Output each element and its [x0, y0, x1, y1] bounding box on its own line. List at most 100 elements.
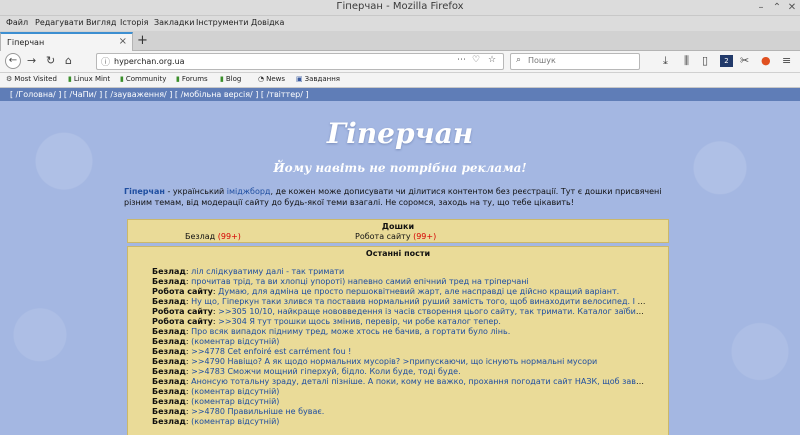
page-actions-icon[interactable]: ⋯ [457, 55, 466, 65]
library-icon[interactable]: ⫼ [684, 54, 689, 68]
post-text: ліл слідкуватиму далі - так тримати [191, 267, 345, 276]
intro-imageboard-link[interactable]: іміджборд [227, 187, 271, 196]
post-row[interactable]: Безлад: (коментар відсутній) [152, 387, 646, 397]
minimize-icon[interactable]: – [755, 2, 767, 14]
tab-bar: Гіперчан × + [0, 31, 800, 51]
forward-icon[interactable]: → [27, 54, 36, 67]
url-text: hyperchan.org.ua [114, 57, 185, 66]
post-text: (коментар відсутній) [191, 387, 280, 396]
search-bar[interactable]: ⌕ [510, 53, 640, 70]
post-text: (коментар відсутній) [191, 397, 280, 406]
bookmark-linux-mint[interactable]: ▮ Linux Mint [68, 75, 110, 83]
folder-icon: ▮ [68, 75, 72, 83]
bookmark-forums[interactable]: ▮ Forums [176, 75, 208, 83]
bookmark-most-visited[interactable]: ⚙ Most Visited [6, 75, 57, 83]
folder-icon: ▮ [220, 75, 224, 83]
menu-view[interactable]: Вигляд [86, 18, 116, 27]
post-board: Робота сайту [152, 317, 213, 326]
post-text: Думаю, для адміна це просто першоквітнев… [218, 287, 620, 296]
site-nav-links[interactable]: [ /Головна/ ] [ /ЧаПи/ ] [ /зауваження/ … [0, 88, 800, 101]
search-input[interactable] [528, 56, 628, 65]
downloads-icon[interactable]: ⤓ [663, 54, 668, 68]
browser-window: Гіперчан - Mozilla Firefox – ⌃ ✕ Файл Ре… [0, 0, 800, 435]
post-text: >>304 Я тут трошки щось змінив, перевір,… [218, 317, 501, 326]
post-board: Робота сайту [152, 287, 213, 296]
post-text: прочитав трід, та ви хлопці упороті) нап… [191, 277, 529, 286]
post-text: >>305 10/10, найкраще нововведення із ча… [218, 307, 646, 316]
url-bar[interactable]: ⓘ hyperchan.org.ua ⋯ ♡ ☆ [96, 53, 504, 70]
boards-heading: Дошки [381, 222, 415, 231]
site-info-icon[interactable]: ⓘ [101, 55, 110, 68]
latest-posts-panel: Останні пости Безлад: ліл слідкуватиму д… [127, 246, 669, 435]
pocket-icon[interactable]: ♡ [472, 55, 480, 65]
home-icon[interactable]: ⌂ [65, 54, 72, 67]
post-row[interactable]: Безлад: прочитав трід, та ви хлопці упор… [152, 277, 646, 287]
reload-icon[interactable]: ↻ [46, 54, 55, 67]
post-row[interactable]: Робота сайту: >>305 10/10, найкраще ново… [152, 307, 646, 317]
bookmark-label: Blog [225, 75, 242, 83]
intro-site-name[interactable]: Гіперчан [124, 187, 165, 196]
tab-close-icon[interactable]: × [119, 36, 127, 47]
menu-tools[interactable]: Інструменти [196, 18, 249, 27]
post-text: >>4790 Навіщо? А як щодо нормальних мусо… [191, 357, 598, 366]
bookmark-label: News [266, 75, 286, 83]
post-row[interactable]: Робота сайту: >>304 Я тут трошки щось зм… [152, 317, 646, 327]
bookmark-community[interactable]: ▮ Community [120, 75, 166, 83]
menu-file[interactable]: Файл [6, 18, 28, 27]
screenshot-icon[interactable]: ✂ [740, 54, 749, 67]
bookmark-label: Завдання [304, 75, 341, 83]
post-row[interactable]: Безлад: >>4778 Cet enfoiré est carrément… [152, 347, 646, 357]
post-text: Ну що, Гіперкун таки злився та поставив … [191, 297, 646, 306]
post-board: Безлад [152, 367, 186, 376]
close-icon[interactable]: ✕ [786, 2, 798, 14]
menu-edit[interactable]: Редагувати [35, 18, 84, 27]
search-icon: ⌕ [516, 55, 522, 65]
posts-heading: Останні пости [365, 249, 431, 258]
menu-bookmarks[interactable]: Закладки [154, 18, 194, 27]
board-bezlad[interactable]: Безлад (99+) [185, 232, 241, 241]
post-row[interactable]: Безлад: Про всяк випадок підниму тред, м… [152, 327, 646, 337]
post-row[interactable]: Робота сайту: Думаю, для адміна це прост… [152, 287, 646, 297]
folder-icon: ▮ [176, 75, 180, 83]
bookmark-news[interactable]: ◔ News [258, 75, 285, 83]
sidebar-icon[interactable]: ▯ [702, 54, 708, 67]
tab-hyperchan[interactable]: Гіперчан × [0, 32, 133, 51]
maximize-icon[interactable]: ⌃ [771, 2, 783, 14]
bookmark-blog[interactable]: ▮ Blog [220, 75, 241, 83]
bookmark-tasks[interactable]: ▣ Завдання [296, 75, 340, 83]
duckduckgo-icon[interactable]: ● [761, 54, 771, 67]
post-text: Про всяк випадок підниму тред, може хтос… [191, 327, 511, 336]
site-intro: Гіперчан - український іміджборд, де кож… [124, 186, 676, 208]
post-board: Безлад [152, 277, 186, 286]
post-row[interactable]: Безлад: ліл слідкуватиму далі - так трим… [152, 267, 646, 277]
post-row[interactable]: Безлад: (коментар відсутній) [152, 337, 646, 347]
new-tab-icon[interactable]: + [137, 33, 148, 48]
post-row[interactable]: Безлад: >>4780 Правильніше не буває. [152, 407, 646, 417]
post-row[interactable]: Безлад: (коментар відсутній) [152, 397, 646, 407]
site-logo[interactable]: Гіперчан [0, 117, 800, 150]
post-board: Безлад [152, 357, 186, 366]
intro-text: - український [164, 187, 227, 196]
post-row[interactable]: Безлад: Анонсую тотальну зраду, деталі п… [152, 377, 646, 387]
post-board: Робота сайту [152, 307, 213, 316]
post-row[interactable]: Безлад: Ну що, Гіперкун таки злився та п… [152, 297, 646, 307]
extension-badge[interactable]: 2 [720, 55, 733, 67]
board-name: Робота сайту [355, 232, 411, 241]
hamburger-menu-icon[interactable]: ≡ [782, 54, 791, 67]
back-icon[interactable]: ← [5, 53, 21, 69]
folder-icon: ▮ [120, 75, 124, 83]
board-robota-saitu[interactable]: Робота сайту (99+) [355, 232, 436, 241]
site-slogan: Йому навіть не потрібна реклама! [273, 161, 527, 175]
gear-icon: ⚙ [6, 75, 13, 83]
post-row[interactable]: Безлад: (коментар відсутній) [152, 417, 646, 427]
bookmark-star-icon[interactable]: ☆ [488, 55, 496, 65]
post-row[interactable]: Безлад: >>4790 Навіщо? А як щодо нормаль… [152, 357, 646, 367]
bookmark-label: Community [125, 75, 167, 83]
post-board: Безлад [152, 417, 186, 426]
post-row[interactable]: Безлад: >>4783 Сможчи мощний гіперхуй, б… [152, 367, 646, 377]
post-board: Безлад [152, 267, 186, 276]
menu-history[interactable]: Історія [120, 18, 148, 27]
menu-help[interactable]: Довідка [251, 18, 284, 27]
bookmarks-bar: ⚙ Most Visited ▮ Linux Mint ▮ Community ▮ Fo… [0, 73, 800, 88]
post-text: (коментар відсутній) [191, 417, 280, 426]
